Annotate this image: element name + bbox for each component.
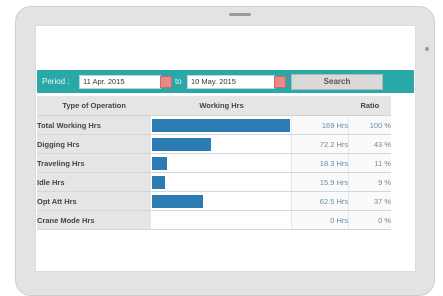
table-row: Digging Hrs 72.2 Hrs 43 % bbox=[37, 134, 391, 154]
working-hrs-bar-cell bbox=[151, 115, 292, 135]
from-date-input[interactable]: 11 Apr. 2015 bbox=[79, 75, 161, 89]
working-hrs-bar-cell bbox=[151, 153, 292, 173]
calendar-icon[interactable] bbox=[274, 76, 286, 88]
table-row: Traveling Hrs 18.3 Hrs 11 % bbox=[37, 153, 391, 173]
ratio-value: 37 % bbox=[348, 191, 391, 211]
table-row: Total Working Hrs 169 Hrs 100 % bbox=[37, 115, 391, 135]
ratio-column-header: Ratio bbox=[348, 96, 391, 116]
working-hrs-bar-cell bbox=[151, 172, 292, 192]
hours-value: 15.9 Hrs bbox=[291, 172, 349, 192]
to-date-input[interactable]: 10 May. 2015 bbox=[187, 75, 275, 89]
working-hrs-bar bbox=[152, 175, 166, 189]
hours-value: 62.5 Hrs bbox=[291, 191, 349, 211]
working-hrs-bar-cell bbox=[151, 191, 292, 211]
table-header-row: Type of Operation Working Hrs Ratio bbox=[37, 96, 391, 116]
working-hrs-bar-cell bbox=[151, 134, 292, 154]
ratio-value: 9 % bbox=[348, 172, 391, 192]
camera-dot bbox=[425, 47, 429, 51]
to-label: to bbox=[175, 77, 182, 86]
operation-name: Opt Att Hrs bbox=[37, 191, 152, 211]
hours-column-header bbox=[291, 96, 349, 116]
operation-hours-table: Type of Operation Working Hrs Ratio Tota… bbox=[37, 96, 391, 230]
hours-value: 72.2 Hrs bbox=[291, 134, 349, 154]
speaker-slot bbox=[229, 13, 251, 16]
operation-name: Crane Mode Hrs bbox=[37, 210, 152, 230]
period-filter-bar: Period : 11 Apr. 2015 to 10 May. 2015 Se… bbox=[37, 70, 414, 93]
working-hrs-bar bbox=[152, 194, 204, 208]
hours-value: 0 Hrs bbox=[291, 210, 349, 230]
operation-name: Traveling Hrs bbox=[37, 153, 152, 173]
calendar-icon[interactable] bbox=[160, 76, 172, 88]
ratio-value: 100 % bbox=[348, 115, 391, 135]
operation-name: Idle Hrs bbox=[37, 172, 152, 192]
search-button[interactable]: Search bbox=[291, 74, 383, 90]
working-hrs-bar bbox=[152, 137, 212, 151]
period-label: Period : bbox=[42, 77, 70, 86]
operation-name: Total Working Hrs bbox=[37, 115, 152, 135]
operation-column-header: Type of Operation bbox=[37, 96, 152, 116]
working-hrs-column-header: Working Hrs bbox=[151, 96, 292, 116]
table-row: Opt Att Hrs 62.5 Hrs 37 % bbox=[37, 191, 391, 211]
ratio-value: 11 % bbox=[348, 153, 391, 173]
operation-name: Digging Hrs bbox=[37, 134, 152, 154]
working-hrs-bar bbox=[152, 156, 168, 170]
table-row: Crane Mode Hrs 0 Hrs 0 % bbox=[37, 210, 391, 230]
table-row: Idle Hrs 15.9 Hrs 9 % bbox=[37, 172, 391, 192]
tablet-screen: Period : 11 Apr. 2015 to 10 May. 2015 Se… bbox=[35, 25, 416, 272]
hours-value: 169 Hrs bbox=[291, 115, 349, 135]
hours-value: 18.3 Hrs bbox=[291, 153, 349, 173]
ratio-value: 43 % bbox=[348, 134, 391, 154]
ratio-value: 0 % bbox=[348, 210, 391, 230]
working-hrs-bar-cell bbox=[151, 210, 292, 230]
working-hrs-bar bbox=[152, 118, 291, 132]
